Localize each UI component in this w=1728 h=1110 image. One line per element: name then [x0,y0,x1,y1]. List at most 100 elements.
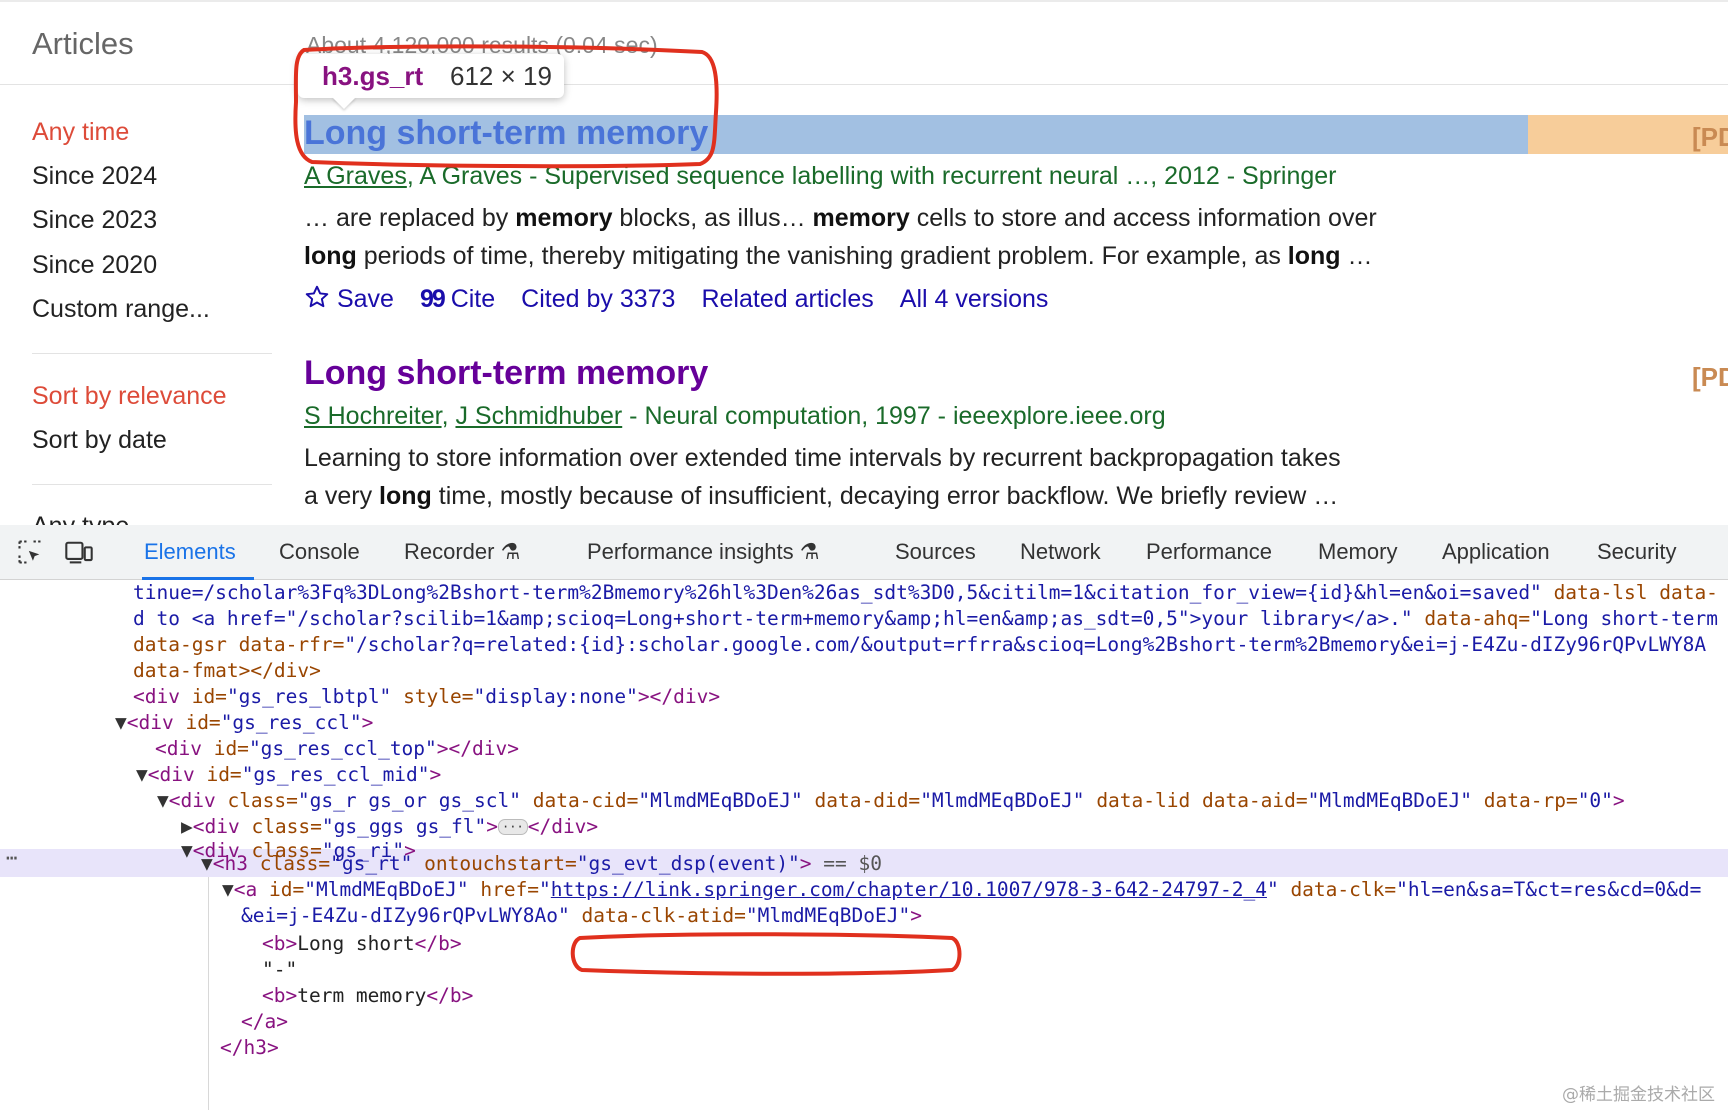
author-link[interactable]: S Hochreiter [304,402,442,430]
snippet-text: periods of time, thereby mitigating the … [356,242,1288,270]
related-articles-link[interactable]: Related articles [701,285,873,314]
attr-value: tinue=/scholar%3Fq%3DLong%2Bshort-term%2… [133,581,1542,604]
tab-performance-insights-label: Performance insights [587,539,794,564]
selected-node-marker: == $0 [823,852,882,875]
tab-console[interactable]: Console [279,539,360,565]
attr-name: data-fmat></div> [133,659,321,682]
snippet-text: time, mostly because of insufficient, de… [431,482,1339,510]
collapsed-content-badge[interactable]: ··· [498,819,528,835]
result-title-2[interactable]: Long short-term memory [304,354,708,393]
expand-triangle-icon[interactable]: ▼ [136,763,148,786]
result-meta-2: S Hochreiter, J Schmidhuber - Neural com… [304,402,1166,430]
dom-node-h3-gs-rt[interactable]: ▼<h3 class="gs_rt" ontouchstart="gs_evt_… [201,850,882,877]
attr-value: "Long short-term [1530,607,1718,630]
inspect-element-icon[interactable] [16,538,44,566]
dom-node-gs-res-ccl-top[interactable]: <div id="gs_res_ccl_top"></div> [155,735,519,762]
tab-performance-insights[interactable]: Performance insights ⚗ [587,539,820,565]
dom-node-b[interactable]: <b>term memory</b> [262,982,473,1009]
flask-icon: ⚗ [799,539,820,564]
attr-value: "MlmdMEqBDoEJ" [304,878,469,901]
expand-triangle-icon[interactable]: ▼ [181,839,193,862]
dom-line[interactable]: &ei=j-E4Zu-dIZy96rQPvLWY8Ao" data-clk-at… [241,902,922,929]
author-link[interactable]: J Schmidhuber [455,402,622,430]
attr-value: "gs_r gs_or gs_scl" [297,789,521,812]
sort-by-date[interactable]: Sort by date [32,426,167,455]
devtools-panel: Elements Console Recorder ⚗ Performance … [0,525,1728,1110]
snippet-text: a very [304,482,380,510]
attr-value: "gs_res_lbtpl" [226,685,392,708]
attr-value: "MlmdMEqBDoEJ" [638,789,803,812]
collapse-triangle-icon[interactable]: ▶ [181,815,193,838]
all-versions-link[interactable]: All 4 versions [900,285,1049,314]
sort-by-relevance[interactable]: Sort by relevance [32,382,227,411]
snippet-line: long periods of time, thereby mitigating… [304,242,1373,271]
attr-value: "MlmdMEqBDoEJ" [1307,789,1473,812]
filter-since-2020[interactable]: Since 2020 [32,251,157,280]
expand-triangle-icon[interactable]: ▼ [157,789,169,812]
star-icon [305,285,329,308]
attr-value: "0" [1577,789,1613,812]
snippet-line: a very long time, mostly because of insu… [304,482,1338,511]
tab-sources[interactable]: Sources [895,539,976,565]
scholar-results-page: Articles About 4,120,000 results (0.04 s… [0,0,1728,527]
filter-since-2023[interactable]: Since 2023 [32,206,157,235]
result-meta-source: - Neural computation, 1997 - ieeexplore.… [629,402,1166,430]
sidebar-divider [32,484,272,485]
attr-value: "gs_rt" [330,852,413,875]
snippet-text: … [1340,242,1373,270]
text-node: "-" [262,958,298,981]
snippet-text: blocks, as illus… [612,204,813,232]
attr-value: "gs_ggs gs_fl" [321,815,487,838]
tab-elements[interactable]: Elements [144,539,236,565]
attr-value: "/scholar?q=related:{id}:scholar.google.… [344,633,1707,656]
watermark: @稀土掘金技术社区 [1562,1085,1715,1105]
attr-value: "gs_res_ccl_mid" [241,763,430,786]
dom-node-gs-r[interactable]: ▼<div class="gs_r gs_or gs_scl" data-cid… [157,787,1625,814]
tab-application[interactable]: Application [1442,539,1550,565]
tab-security[interactable]: Security [1597,539,1676,565]
attr-name: data-lsl data- [1553,581,1718,604]
dom-node-gs-res-lbtpl[interactable]: <div id="gs_res_lbtpl" style="display:no… [133,683,720,710]
result-actions-1: Save 99 Cite Cited by 3373 Related artic… [304,284,1048,314]
dom-node-anchor[interactable]: ▼<a id="MlmdMEqBDoEJ" href="https://link… [222,876,1701,903]
dom-text-node[interactable]: "-" [262,956,297,983]
attr-value: "MlmdMEqBDoEJ" [745,904,911,927]
filter-custom-range[interactable]: Custom range... [32,295,210,324]
dom-line[interactable]: tinue=/scholar%3Fq%3DLong%2Bshort-term%2… [133,579,1718,606]
snippet-bold: long [379,482,432,510]
expand-triangle-icon[interactable]: ▼ [222,878,234,901]
pdf-link-1[interactable]: [PDF] [1692,122,1728,153]
tab-performance[interactable]: Performance [1146,539,1272,565]
dom-node-gs-res-ccl-mid[interactable]: ▼<div id="gs_res_ccl_mid"> [136,761,441,788]
device-toolbar-icon[interactable] [64,538,94,566]
tab-recorder[interactable]: Recorder ⚗ [404,539,520,565]
tab-memory[interactable]: Memory [1318,539,1397,565]
dom-node-gs-res-ccl[interactable]: ▼<div id="gs_res_ccl"> [115,709,373,736]
snippet-line: Learning to store information over exten… [304,444,1341,473]
dom-line[interactable]: d to <a href="/scholar?scilib=1&amp;scio… [133,605,1718,632]
cited-by-link[interactable]: Cited by 3373 [521,285,675,314]
dom-line[interactable]: data-fmat></div> [133,657,321,684]
dom-line[interactable]: data-gsr data-rfr="/scholar?q=related:{i… [133,631,1706,658]
href-link[interactable]: https://link.springer.com/chapter/10.100… [551,878,1267,901]
cite-label: Cite [450,284,496,313]
quote-icon: 99 [419,284,446,313]
attr-value: "gs_evt_dsp(event)" [576,852,800,875]
dom-close-h3[interactable]: </h3> [220,1034,279,1061]
tab-network[interactable]: Network [1020,539,1101,565]
dom-close-anchor[interactable]: </a> [241,1008,288,1035]
pdf-link-2[interactable]: [PDF] [1692,362,1728,393]
snippet-text: Learning to store information over exten… [304,444,1341,472]
dom-node-gs-ggs[interactable]: ▶<div class="gs_ggs gs_fl"> ··· </div> [181,813,598,840]
dom-node-b[interactable]: <b>Long short</b> [262,930,462,957]
node-menu-ellipsis[interactable]: ⋯ [6,847,17,869]
save-button[interactable]: Save [304,284,394,314]
snippet-text: … are replaced by [304,204,516,232]
text-node: Long short [297,932,415,955]
attr-value: &ei=j-E4Zu-dIZy96rQPvLWY8Ao" [241,904,570,927]
expand-triangle-icon[interactable]: ▼ [201,852,213,875]
expand-triangle-icon[interactable]: ▼ [115,711,127,734]
filter-since-2024[interactable]: Since 2024 [32,162,157,191]
cite-button[interactable]: 99 Cite [420,285,495,314]
filter-any-time[interactable]: Any time [32,118,129,147]
